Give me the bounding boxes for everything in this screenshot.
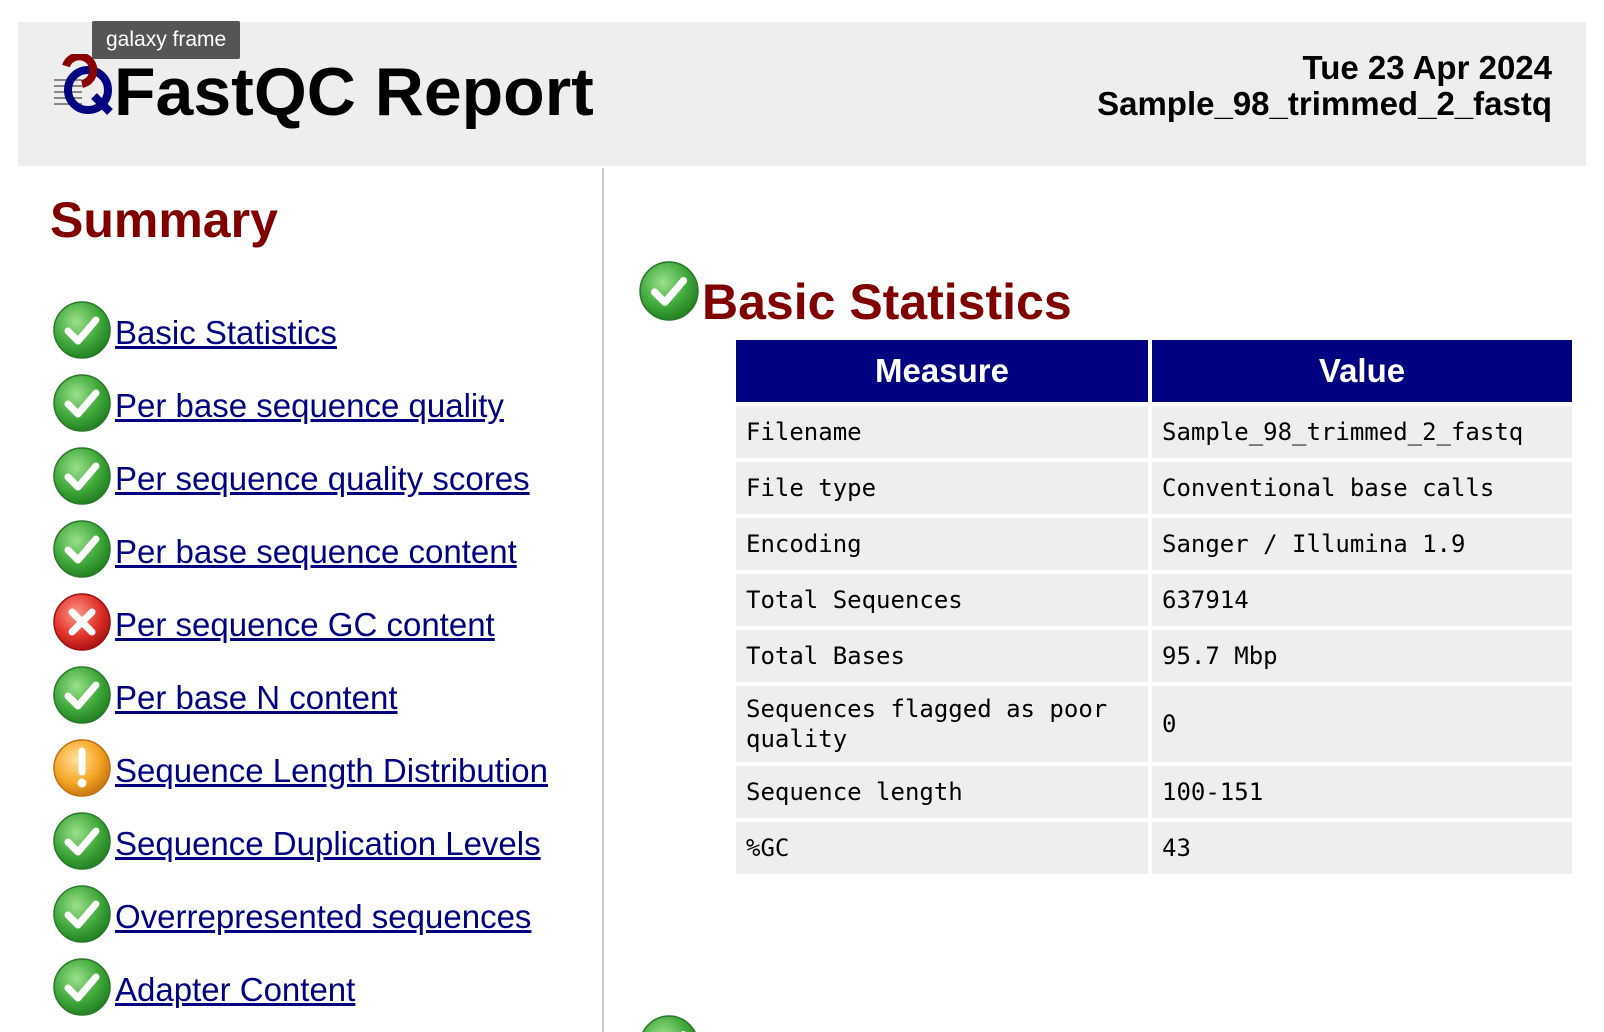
next-section-pass-icon [642,1015,696,1032]
basic-statistics-heading: Basic Statistics [702,274,1072,330]
summary-heading: Summary [50,192,278,248]
pass-check-icon [53,520,111,578]
measure-cell: %GC [736,822,1148,874]
summary-link[interactable]: Adapter Content [115,970,355,1010]
measure-column-header: Measure [736,340,1148,402]
measure-cell: File type [736,462,1148,514]
basic-statistics-pass-icon [639,261,699,321]
pass-check-icon [53,374,111,432]
value-cell: Conventional base calls [1152,462,1572,514]
fastqc-logo-icon [54,54,113,115]
report-title: FastQC Report [114,54,594,130]
summary-link[interactable]: Per sequence quality scores [115,459,530,499]
report-header: FastQC Report Tue 23 Apr 2024 Sample_98_… [18,22,1586,166]
value-cell: 637914 [1152,574,1572,626]
summary-link[interactable]: Per base sequence content [115,532,517,572]
value-cell: 43 [1152,822,1572,874]
summary-link[interactable]: Basic Statistics [115,313,337,353]
pass-check-icon [53,447,111,505]
summary-link[interactable]: Sequence Duplication Levels [115,824,541,864]
value-cell: 95.7 Mbp [1152,630,1572,682]
galaxy-frame-tooltip: galaxy frame [92,21,241,59]
table-row: Total Bases 95.7 Mbp [736,630,1572,682]
table-row: %GC 43 [736,822,1572,874]
table-row: Filename Sample_98_trimmed_2_fastq [736,406,1572,458]
measure-cell: Filename [736,406,1148,458]
summary-link[interactable]: Per sequence GC content [115,605,495,645]
pass-check-icon [53,666,111,724]
measure-cell: Sequences flagged as poor quality [736,686,1148,762]
pass-check-icon [53,958,111,1016]
pass-check-icon [53,885,111,943]
value-column-header: Value [1152,340,1572,402]
report-date: Tue 23 Apr 2024 [1302,49,1552,86]
table-row: Total Sequences 637914 [736,574,1572,626]
measure-cell: Total Bases [736,630,1148,682]
summary-link[interactable]: Per base N content [115,678,398,718]
pass-check-icon [53,301,111,359]
basic-statistics-table: Measure Value Filename Sample_98_trimmed_… [732,336,1576,878]
table-row: Sequence length 100-151 [736,766,1572,818]
report-meta: Tue 23 Apr 2024 Sample_98_trimmed_2_fast… [1097,50,1552,122]
pass-check-icon [53,812,111,870]
summary-link[interactable]: Per base sequence quality [115,386,504,426]
table-row: Encoding Sanger / Illumina 1.9 [736,518,1572,570]
table-row: Sequences flagged as poor quality 0 [736,686,1572,762]
summary-link[interactable]: Overrepresented sequences [115,897,531,937]
measure-cell: Total Sequences [736,574,1148,626]
report-filename: Sample_98_trimmed_2_fastq [1097,85,1552,122]
measure-cell: Sequence length [736,766,1148,818]
summary-link[interactable]: Sequence Length Distribution [115,751,548,791]
warn-exclamation-icon [53,739,111,797]
table-header-row: Measure Value [736,340,1572,402]
measure-cell: Encoding [736,518,1148,570]
column-divider [602,168,604,1032]
fail-cross-icon [53,593,111,651]
value-cell: 100-151 [1152,766,1572,818]
value-cell: Sanger / Illumina 1.9 [1152,518,1572,570]
table-row: File type Conventional base calls [736,462,1572,514]
value-cell: 0 [1152,686,1572,762]
value-cell: Sample_98_trimmed_2_fastq [1152,406,1572,458]
